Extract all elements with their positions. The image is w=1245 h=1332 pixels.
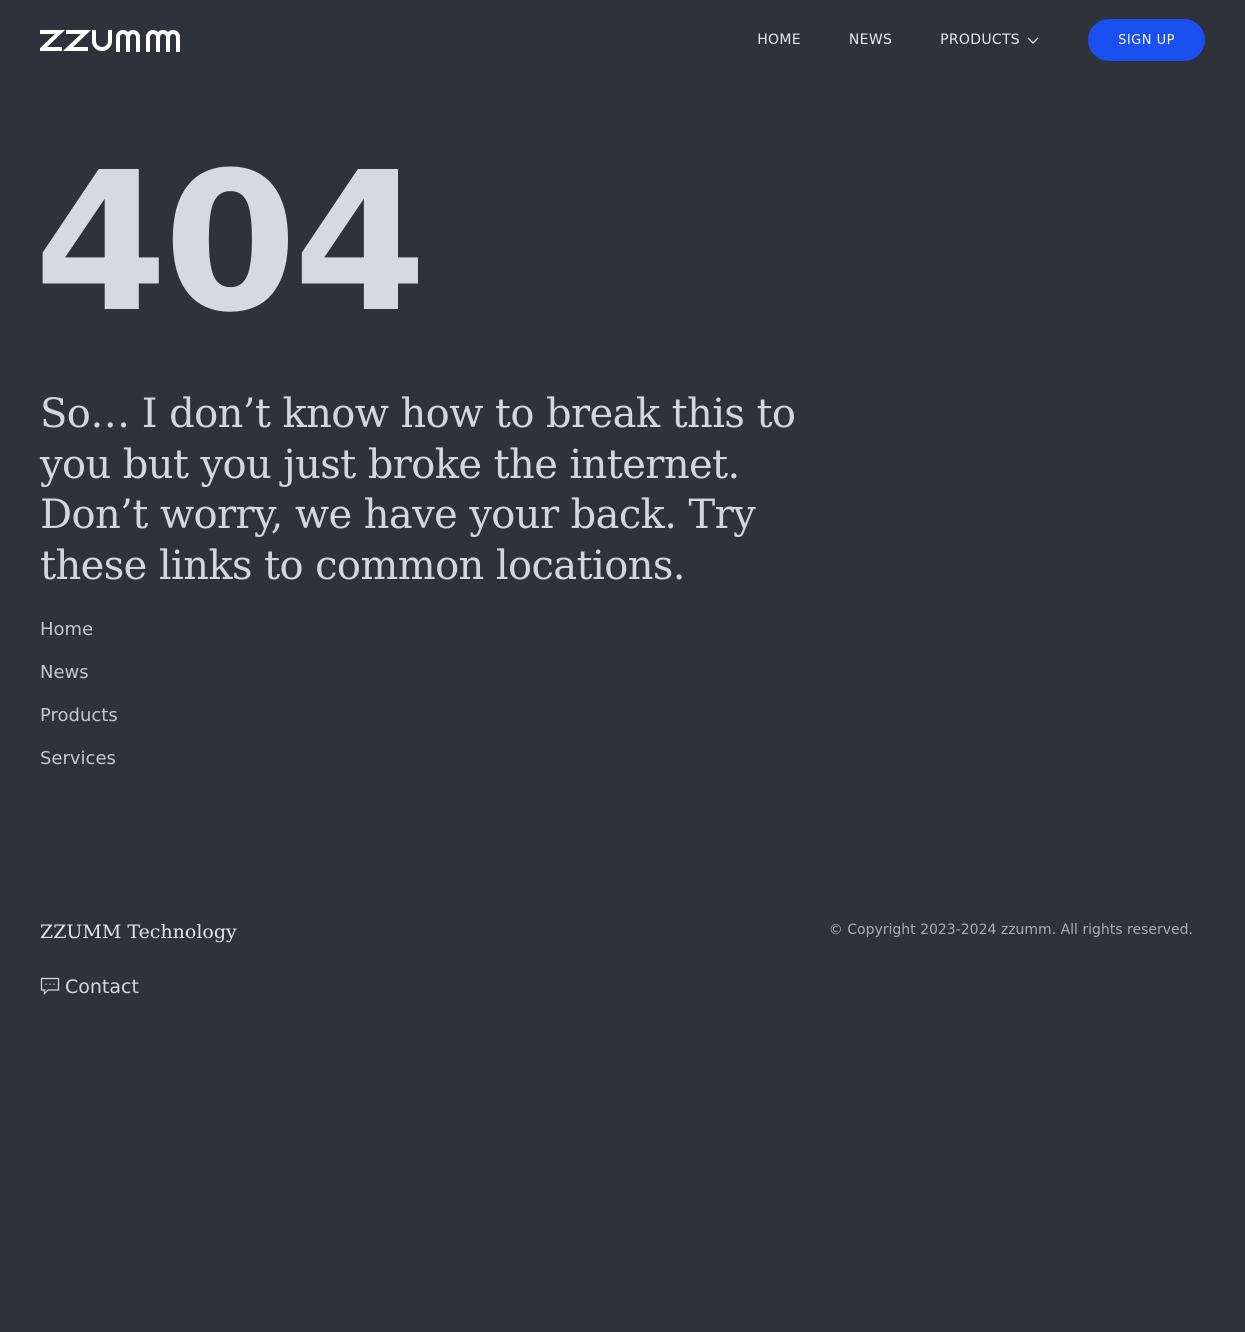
nav-home[interactable]: HOME xyxy=(757,32,801,48)
error-code: 404 xyxy=(34,132,427,355)
link-services[interactable]: Services xyxy=(40,748,118,791)
nav-news[interactable]: NEWS xyxy=(849,32,892,48)
copyright: © Copyright 2023-2024 zzumm. All rights … xyxy=(828,922,1193,938)
logo-wordmark xyxy=(40,30,180,52)
chevron-down-icon xyxy=(1027,37,1039,44)
signup-button[interactable]: SIGN UP xyxy=(1088,19,1205,61)
page: zzumm HOME NEWS PRODUCTS SIGN UP 404 So…… xyxy=(0,0,1245,1332)
link-products[interactable]: Products xyxy=(40,705,118,748)
nav-products-label: PRODUCTS xyxy=(940,32,1020,48)
footer-brand: ZZUMM Technology xyxy=(40,921,237,943)
link-home[interactable]: Home xyxy=(40,619,118,662)
contact-link[interactable]: Contact xyxy=(40,976,139,998)
common-links: Home News Products Services xyxy=(40,619,118,791)
link-news[interactable]: News xyxy=(40,662,118,705)
logo[interactable]: zzumm xyxy=(40,24,198,56)
error-message: So… I don’t know how to break this to yo… xyxy=(40,391,796,589)
nav-products[interactable]: PRODUCTS xyxy=(940,32,1040,48)
contact-label: Contact xyxy=(65,976,139,998)
main-nav: HOME NEWS PRODUCTS SIGN UP xyxy=(757,19,1205,61)
site-header: zzumm HOME NEWS PRODUCTS SIGN UP xyxy=(0,0,1245,80)
chat-icon xyxy=(40,977,60,995)
